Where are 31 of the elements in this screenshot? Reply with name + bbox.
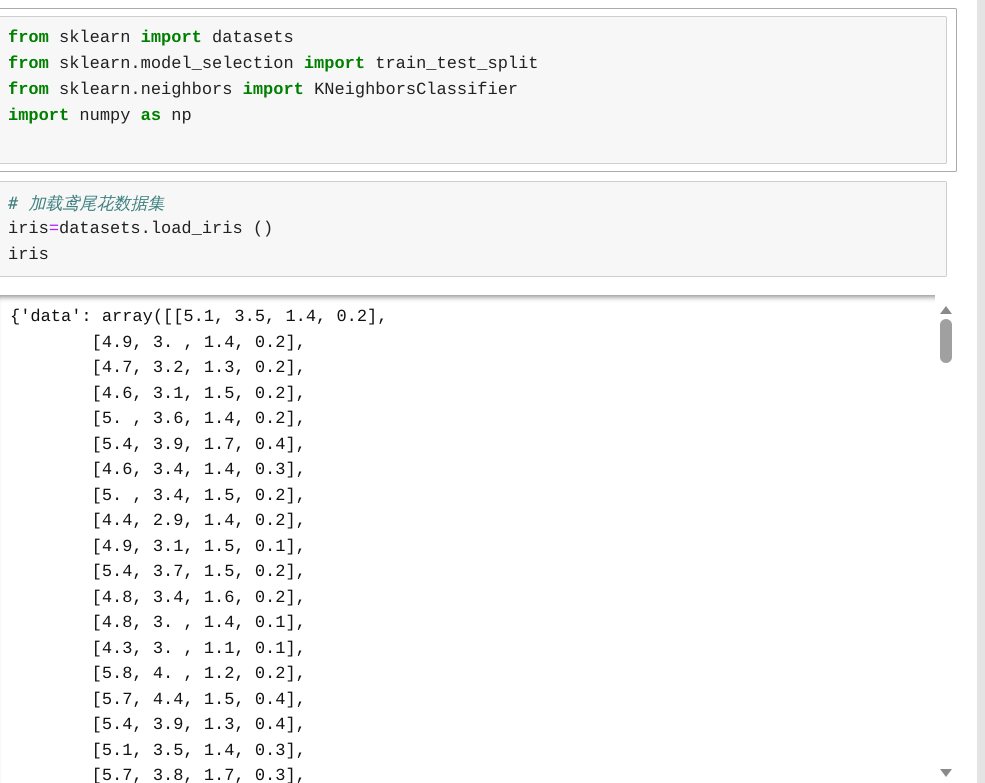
output-line: {'data': array([[5.1, 3.5, 1.4, 0.2], — [10, 307, 388, 329]
scroll-up-icon[interactable] — [939, 305, 953, 315]
output-line: [4.8, 3.4, 1.6, 0.2], — [90, 588, 307, 610]
scroll-down-icon[interactable] — [939, 768, 953, 778]
output-line: [5.7, 4.4, 1.5, 0.4], — [90, 690, 307, 712]
output-line: [4.8, 3. , 1.4, 0.1], — [90, 613, 307, 635]
output-line: [4.6, 3.4, 1.4, 0.3], — [90, 460, 307, 482]
scroll-thumb[interactable] — [940, 319, 952, 363]
page-scrollbar[interactable] — [977, 0, 985, 783]
output-line: [4.9, 3. , 1.4, 0.2], — [90, 332, 307, 354]
code-input[interactable]: # 加载鸢尾花数据集 iris=datasets.load_iris () iris — [0, 181, 947, 277]
code-line: from sklearn import datasets — [8, 28, 295, 50]
output-line: [4.4, 2.9, 1.4, 0.2], — [90, 511, 307, 533]
code-line: from sklearn.neighbors import KNeighborsClassifier — [8, 80, 520, 102]
output-line: [5.4, 3.7, 1.5, 0.2], — [90, 562, 307, 584]
output-line: [4.7, 3.2, 1.3, 0.2], — [90, 358, 307, 380]
output-line: [5. , 3.6, 1.4, 0.2], — [90, 409, 307, 431]
notebook-cell[interactable]: # 加载鸢尾花数据集 iris=datasets.load_iris () iris — [0, 173, 957, 285]
output-line: [5.1, 3.5, 1.4, 0.3], — [90, 740, 307, 762]
output-line: [4.6, 3.1, 1.5, 0.2], — [90, 384, 307, 406]
output-line: [5.4, 3.9, 1.7, 0.4], — [90, 434, 307, 456]
code-line: iris=datasets.load_iris () — [8, 219, 274, 241]
output-line: [5.8, 4. , 1.2, 0.2], — [90, 664, 307, 686]
code-line: from sklearn.model_selection import train_test_split — [8, 54, 540, 76]
code-line: # 加载鸢尾花数据集 — [8, 193, 166, 216]
code-line: import numpy as np — [8, 106, 193, 128]
output-line: [5.4, 3.9, 1.3, 0.4], — [90, 715, 307, 737]
output-line: [5. , 3.4, 1.5, 0.2], — [90, 486, 307, 508]
code-line: iris — [8, 245, 50, 267]
output-line: [4.3, 3. , 1.1, 0.1], — [90, 638, 307, 660]
output-line: [4.9, 3.1, 1.5, 0.1], — [90, 536, 307, 558]
